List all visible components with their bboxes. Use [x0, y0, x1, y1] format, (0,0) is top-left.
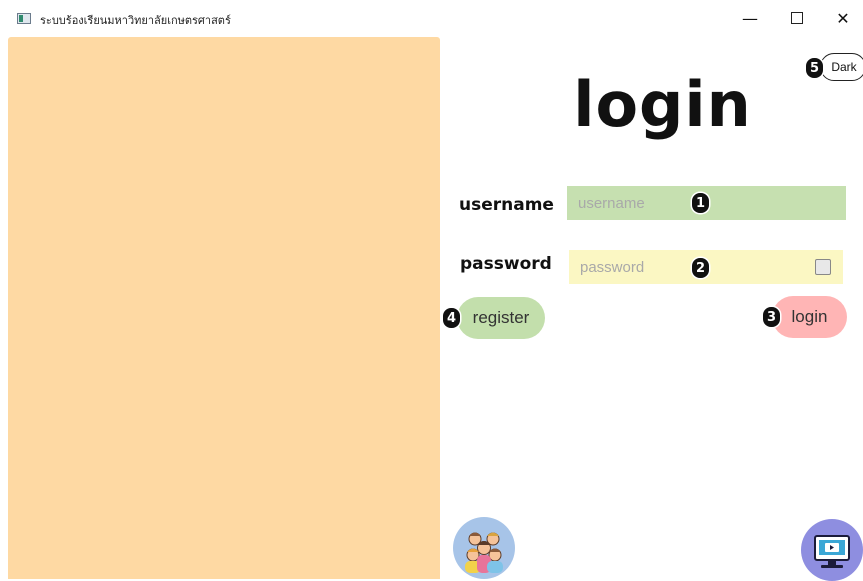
annotation-badge-4: 4 [443, 308, 460, 328]
page-title: login [573, 68, 752, 141]
people-button[interactable] [453, 517, 515, 579]
app-icon [17, 13, 31, 24]
annotation-badge-3: 3 [763, 307, 780, 327]
register-button[interactable]: register [457, 297, 545, 339]
minimize-button[interactable]: — [727, 0, 773, 36]
dark-mode-button[interactable]: Dark [820, 53, 863, 81]
people-group-icon [465, 532, 503, 573]
annotation-badge-5: 5 [806, 58, 823, 78]
video-button[interactable] [801, 519, 863, 581]
password-label: password [460, 254, 552, 274]
username-label: username [459, 195, 554, 215]
show-password-checkbox[interactable] [815, 259, 831, 275]
login-button[interactable]: login [772, 296, 847, 338]
left-panel [8, 37, 440, 579]
title-bar: ระบบร้องเรียนมหาวิทยาลัยเกษตรศาสตร์ — ✕ [0, 0, 863, 36]
window-title: ระบบร้องเรียนมหาวิทยาลัยเกษตรศาสตร์ [40, 14, 231, 27]
annotation-badge-1: 1 [692, 193, 709, 213]
close-button[interactable]: ✕ [820, 0, 863, 36]
annotation-badge-2: 2 [692, 258, 709, 278]
maximize-button[interactable] [774, 0, 820, 36]
maximize-icon [791, 12, 803, 24]
monitor-video-icon [814, 535, 850, 568]
